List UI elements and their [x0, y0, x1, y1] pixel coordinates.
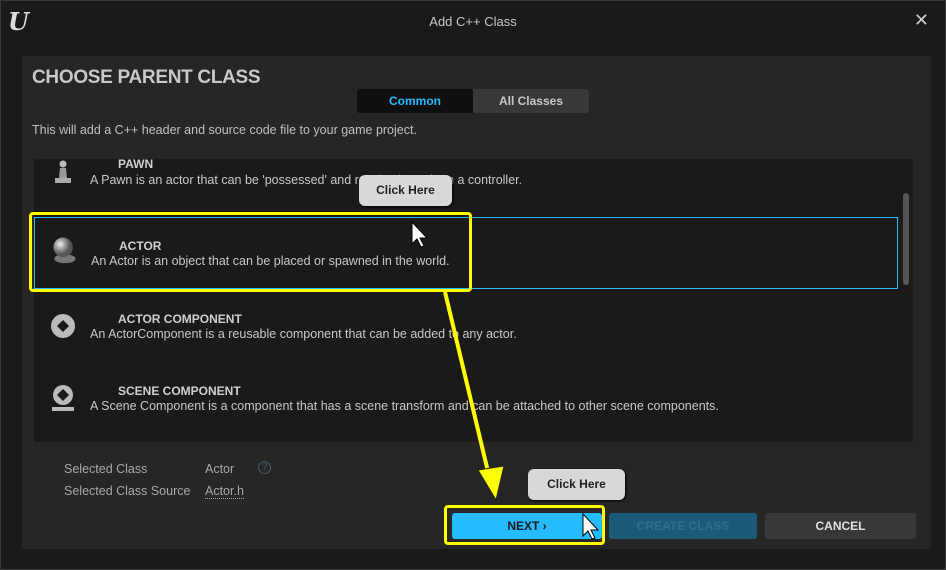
callout-bubble: Click Here — [528, 469, 625, 500]
callout-bubble: Click Here — [359, 175, 452, 206]
annotation-arrow — [411, 220, 600, 540]
